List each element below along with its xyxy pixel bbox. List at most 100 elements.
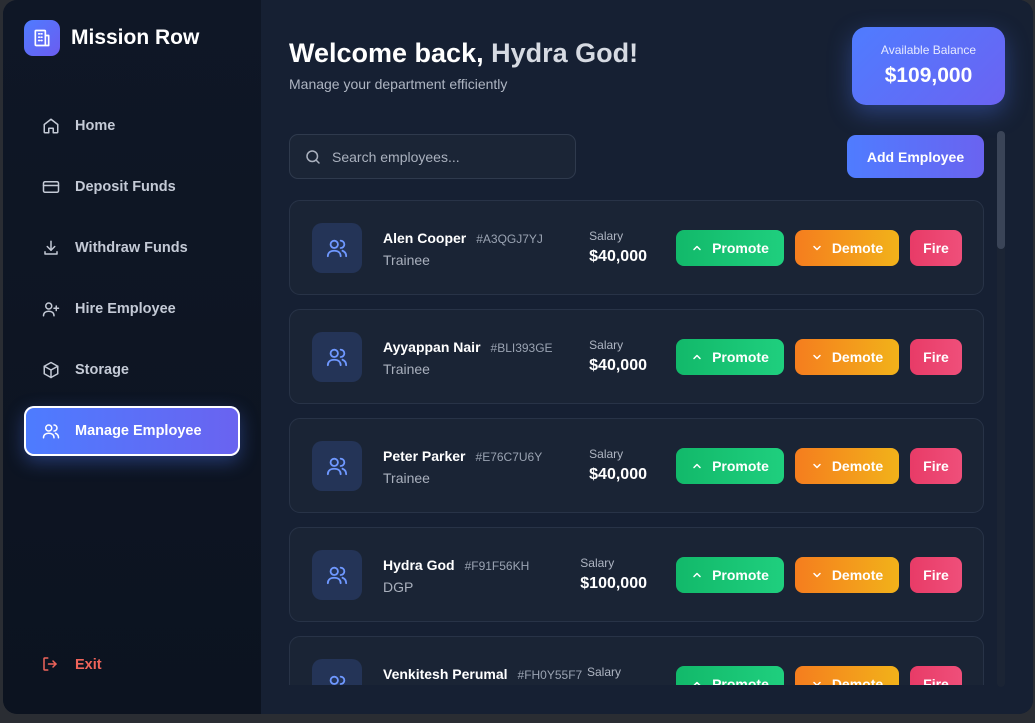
fire-button[interactable]: Fire [910, 557, 962, 593]
demote-label: Demote [831, 458, 884, 474]
employee-name: Peter Parker #E76C7U6Y [383, 448, 542, 464]
chevron-up-icon [691, 678, 703, 685]
employee-id: #FH0Y55F7 [517, 668, 583, 682]
home-icon [41, 116, 61, 136]
demote-button[interactable]: Demote [795, 230, 899, 266]
promote-button[interactable]: Promote [676, 448, 784, 484]
salary-value: $40,000 [589, 466, 647, 483]
sidebar-item-storage[interactable]: Storage [24, 345, 240, 395]
sidebar: Mission Row Home Deposit Funds Withdraw … [3, 0, 261, 714]
salary-value: $40,000 [589, 357, 647, 374]
promote-button[interactable]: Promote [676, 557, 784, 593]
promote-button[interactable]: Promote [676, 666, 784, 685]
balance-label: Available Balance [880, 43, 977, 57]
employee-name: Alen Cooper #A3QGJ7YJ [383, 230, 543, 246]
logout-icon [41, 655, 61, 675]
fire-button[interactable]: Fire [910, 666, 962, 685]
fire-button[interactable]: Fire [910, 230, 962, 266]
chevron-down-icon [811, 678, 823, 685]
users-icon [312, 441, 362, 491]
brand-title: Mission Row [71, 26, 200, 49]
employee-name: Hydra God #F91F56KH [383, 557, 529, 573]
salary-label: Salary [587, 665, 622, 679]
users-icon [312, 550, 362, 600]
salary-block: Salary $40,000 [589, 447, 647, 484]
employee-name-text: Peter Parker [383, 448, 466, 464]
employee-name-text: Venkitesh Perumal [383, 666, 508, 682]
promote-label: Promote [712, 458, 769, 474]
sidebar-item-deposit-funds[interactable]: Deposit Funds [24, 162, 240, 212]
promote-label: Promote [712, 567, 769, 583]
chevron-up-icon [691, 569, 703, 581]
employee-card: Hydra God #F91F56KH DGP Salary $100,000 P… [289, 527, 984, 622]
sidebar-item-label: Storage [75, 362, 129, 378]
users-icon [312, 223, 362, 273]
salary-label: Salary [589, 447, 624, 461]
page-title: Welcome back, Hydra God! [289, 38, 638, 69]
sidebar-item-home[interactable]: Home [24, 101, 240, 151]
chevron-down-icon [811, 569, 823, 581]
card-icon [41, 177, 61, 197]
sidebar-item-label: Hire Employee [75, 301, 176, 317]
employee-card: Ayyappan Nair #BLI393GE Trainee Salary $4… [289, 309, 984, 404]
chevron-up-icon [691, 242, 703, 254]
users-icon [41, 421, 61, 441]
chevron-down-icon [811, 460, 823, 472]
fire-button[interactable]: Fire [910, 339, 962, 375]
search-icon [304, 148, 322, 166]
promote-label: Promote [712, 240, 769, 256]
sidebar-item-withdraw-funds[interactable]: Withdraw Funds [24, 223, 240, 273]
exit-label: Exit [75, 657, 102, 673]
users-icon [312, 332, 362, 382]
employee-name-text: Alen Cooper [383, 230, 467, 246]
employee-id: #F91F56KH [464, 559, 530, 573]
search-box [289, 134, 576, 179]
search-input[interactable] [332, 148, 562, 165]
chevron-down-icon [811, 242, 823, 254]
employee-role: Trainee [383, 252, 430, 268]
employee-role: Trainee [383, 470, 430, 486]
salary-block: Salary [587, 665, 621, 684]
demote-button[interactable]: Demote [795, 666, 899, 685]
salary-block: Salary $100,000 [580, 556, 647, 593]
employee-id: #A3QGJ7YJ [476, 232, 543, 246]
scrollbar-thumb[interactable] [997, 131, 1005, 249]
exit-button[interactable]: Exit [41, 655, 102, 675]
app-window: Mission Row Home Deposit Funds Withdraw … [3, 0, 1033, 714]
sidebar-item-label: Manage Employee [75, 423, 202, 439]
demote-button[interactable]: Demote [795, 448, 899, 484]
promote-button[interactable]: Promote [676, 230, 784, 266]
salary-block: Salary $40,000 [589, 229, 647, 266]
balance-card: Available Balance $109,000 [852, 27, 1005, 105]
demote-label: Demote [831, 240, 884, 256]
employee-list[interactable]: Alen Cooper #A3QGJ7YJ Trainee Salary $40,… [289, 200, 985, 685]
employee-role: Trainee [383, 361, 430, 377]
demote-label: Demote [831, 349, 884, 365]
sidebar-item-label: Home [75, 118, 116, 134]
promote-button[interactable]: Promote [676, 339, 784, 375]
fire-button[interactable]: Fire [910, 448, 962, 484]
add-employee-button[interactable]: Add Employee [847, 135, 984, 178]
page-subtitle: Manage your department efficiently [289, 76, 508, 92]
main-content: Welcome back, Hydra God! Manage your dep… [261, 0, 1033, 714]
sidebar-item-hire-employee[interactable]: Hire Employee [24, 284, 240, 334]
demote-button[interactable]: Demote [795, 339, 899, 375]
employee-id: #BLI393GE [490, 341, 553, 355]
sidebar-item-manage-employee[interactable]: Manage Employee [24, 406, 240, 456]
demote-button[interactable]: Demote [795, 557, 899, 593]
employee-name: Ayyappan Nair #BLI393GE [383, 339, 553, 355]
employee-card: Peter Parker #E76C7U6Y Trainee Salary $40… [289, 418, 984, 513]
employee-name-text: Ayyappan Nair [383, 339, 481, 355]
brand: Mission Row [24, 20, 199, 56]
salary-value: $40,000 [589, 248, 647, 265]
employee-card: Alen Cooper #A3QGJ7YJ Trainee Salary $40,… [289, 200, 984, 295]
sidebar-item-label: Deposit Funds [75, 179, 176, 195]
sidebar-item-label: Withdraw Funds [75, 240, 188, 256]
demote-label: Demote [831, 567, 884, 583]
users-icon [312, 659, 362, 685]
scrollbar[interactable] [997, 131, 1005, 687]
employee-name-text: Hydra God [383, 557, 455, 573]
chevron-down-icon [811, 351, 823, 363]
employee-role: DGP [383, 579, 414, 595]
welcome-prefix: Welcome back, [289, 38, 484, 68]
